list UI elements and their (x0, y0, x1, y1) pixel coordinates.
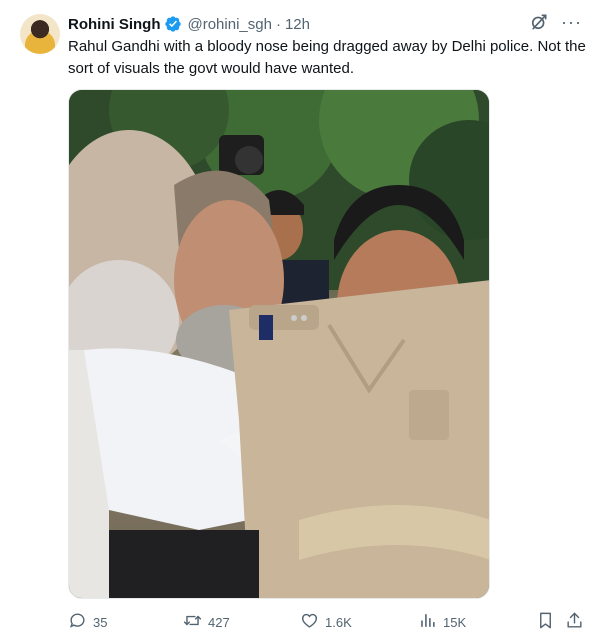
retweet-count: 427 (208, 614, 230, 630)
tweet: Rohini Singh @rohini_sgh · 12h ··· Rahul… (0, 0, 602, 642)
like-count: 1.6K (325, 614, 352, 630)
share-icon (565, 611, 584, 633)
more-icon[interactable]: ··· (561, 12, 582, 32)
photo-illustration (69, 90, 489, 598)
header-separator: · (275, 15, 281, 33)
author-avatar[interactable] (20, 14, 60, 54)
like-icon (300, 611, 319, 633)
grok-icon[interactable] (529, 12, 549, 32)
reply-button[interactable]: 35 (68, 610, 107, 634)
tweet-photo[interactable] (68, 89, 490, 599)
views-count: 15K (443, 614, 467, 630)
retweet-button[interactable]: 427 (183, 610, 230, 634)
tweet-text: Rahul Gandhi with a bloody nose being dr… (68, 38, 586, 77)
tweet-header: Rohini Singh @rohini_sgh · 12h ··· (68, 12, 582, 34)
bookmark-icon (536, 611, 555, 633)
tweet-actions: 35 427 1.6K 15K (68, 610, 588, 634)
reply-count: 35 (93, 614, 108, 630)
retweet-icon (183, 611, 202, 633)
views-icon (418, 611, 437, 633)
bookmark-button[interactable] (536, 610, 555, 634)
author-handle[interactable]: @rohini_sgh (187, 16, 271, 33)
header-actions: ··· (529, 12, 582, 32)
verified-badge-icon (164, 15, 182, 33)
tweet-timestamp[interactable]: 12h (285, 16, 310, 33)
reply-icon (68, 611, 87, 633)
views-button[interactable]: 15K (418, 610, 466, 634)
like-button[interactable]: 1.6K (300, 610, 352, 634)
author-name[interactable]: Rohini Singh (68, 16, 160, 33)
share-button[interactable] (565, 610, 584, 634)
